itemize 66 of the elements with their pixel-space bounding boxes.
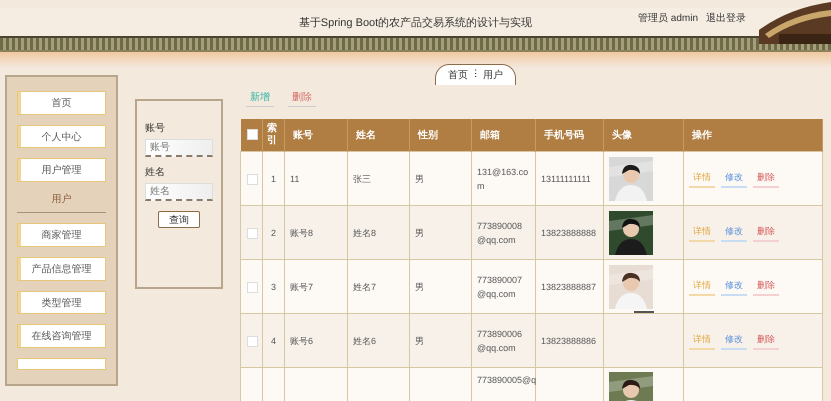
table-cell: 男 xyxy=(410,152,472,206)
table-cell: 男 xyxy=(410,314,472,368)
menu-item[interactable]: 首页 xyxy=(17,91,106,115)
logout-link[interactable]: 退出登录 xyxy=(706,11,746,25)
row-action-button[interactable]: 详情 xyxy=(689,223,715,242)
row-action-button[interactable]: 详情 xyxy=(689,169,715,188)
table-cell: 773890008@qq.com xyxy=(472,206,536,260)
table-cell: 13823888886 xyxy=(536,314,604,368)
column-header: 姓名 xyxy=(348,119,410,152)
row-action-button[interactable]: 修改 xyxy=(721,331,747,350)
table-cell: 姓名6 xyxy=(348,314,410,368)
search-button[interactable]: 查询 xyxy=(158,211,200,228)
menu-item[interactable]: 类型管理 xyxy=(17,290,106,314)
delete-button[interactable]: 删除 xyxy=(288,88,316,107)
table-cell: 姓名8 xyxy=(348,206,410,260)
table-cell: 13823888887 xyxy=(536,260,604,314)
table-cell: 账号6 xyxy=(284,314,348,368)
table-cell: 男 xyxy=(410,260,472,314)
table-cell: 2 xyxy=(262,206,284,260)
row-action-button[interactable]: 删除 xyxy=(753,169,779,188)
field-label: 姓名 xyxy=(145,166,166,179)
menu-section-label: 用户 xyxy=(17,192,106,214)
menu-item[interactable]: 产品信息管理 xyxy=(17,256,106,281)
column-header: 手机号码 xyxy=(536,119,604,152)
table-cell: 773890005@q xyxy=(472,368,536,401)
search-field[interactable]: 账号 xyxy=(145,139,213,157)
column-header: 操作 xyxy=(684,119,822,152)
table-cell: 4 xyxy=(262,314,284,368)
table-cell: 131@163.com xyxy=(472,152,536,206)
add-button[interactable]: 新增 xyxy=(246,88,274,107)
search-field[interactable]: 姓名 xyxy=(145,183,213,201)
row-action-button[interactable]: 修改 xyxy=(721,169,747,188)
table-cell: 773890006@qq.com xyxy=(472,314,536,368)
column-header: 账号 xyxy=(284,119,348,152)
field-label: 账号 xyxy=(145,122,166,135)
table-cell: 1 xyxy=(262,152,284,206)
table-cell: 账号7 xyxy=(284,260,348,314)
row-action-button[interactable]: 详情 xyxy=(689,331,715,350)
column-header: 邮箱 xyxy=(472,119,536,152)
table-cell: 姓名7 xyxy=(348,260,410,314)
table-cell: 13111111111 xyxy=(536,152,604,206)
table-cell: 11 xyxy=(284,152,348,206)
breadcrumb-link[interactable]: 首页 xyxy=(448,68,468,82)
table-cell: 张三 xyxy=(348,152,410,206)
table-cell: 773890007@qq.com xyxy=(472,260,536,314)
menu-item[interactable]: 商家管理 xyxy=(17,223,106,247)
row-action-button[interactable]: 修改 xyxy=(721,277,747,296)
breadcrumb-current: 用户 xyxy=(483,68,503,82)
menu-item[interactable]: 个人中心 xyxy=(17,124,106,148)
user-label: 管理员 admin xyxy=(638,12,698,25)
row-action-button[interactable]: 详情 xyxy=(689,277,715,296)
row-action-button[interactable]: 删除 xyxy=(753,331,779,350)
table-cell: 3 xyxy=(262,260,284,314)
breadcrumb-separator: ⵗ xyxy=(474,68,477,82)
column-header: 性别 xyxy=(410,119,472,152)
column-header: 索引 xyxy=(262,119,284,152)
menu-item[interactable]: 在线咨询管理 xyxy=(17,324,106,348)
row-action-button[interactable]: 修改 xyxy=(721,223,747,242)
page-title: 基于Spring Boot的农产品交易系统的设计与实现 xyxy=(298,16,532,30)
row-action-button[interactable]: 删除 xyxy=(753,277,779,296)
table-cell: 男 xyxy=(410,206,472,260)
table-cell: 13823888888 xyxy=(536,206,604,260)
row-action-button[interactable]: 删除 xyxy=(753,223,779,242)
menu-item[interactable]: 用户管理 xyxy=(17,158,106,182)
column-header: 头像 xyxy=(604,119,684,152)
table-cell: 账号8 xyxy=(284,206,348,260)
